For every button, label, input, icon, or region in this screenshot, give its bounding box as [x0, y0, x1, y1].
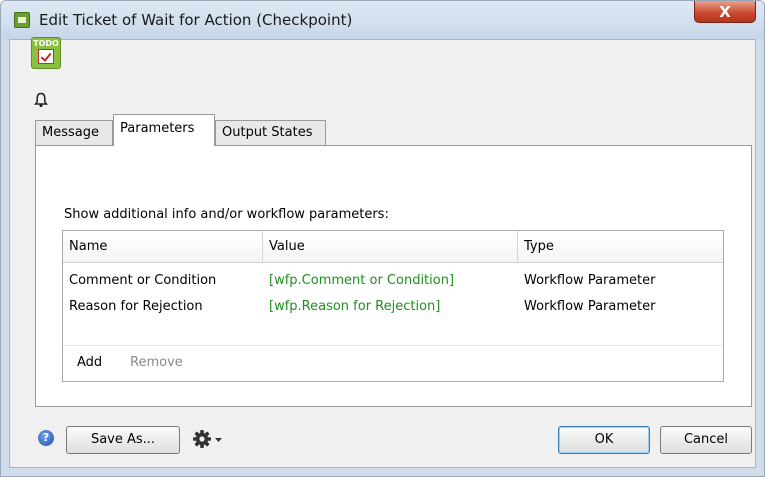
close-button[interactable]: X [694, 1, 756, 23]
panel-caption: Show additional info and/or workflow par… [64, 207, 389, 222]
row-name: Reason for Rejection [69, 299, 203, 314]
bell-icon [34, 92, 48, 108]
column-header-value[interactable]: Value [263, 231, 518, 263]
column-header-name[interactable]: Name [63, 231, 263, 263]
ok-button[interactable]: OK [558, 426, 650, 454]
row-name: Comment or Condition [69, 273, 217, 288]
chevron-down-icon [215, 438, 222, 442]
tab-message[interactable]: Message [35, 120, 113, 145]
gear-icon[interactable] [192, 429, 232, 449]
todo-checklist-icon: TODO [31, 37, 61, 69]
title-bar[interactable]: Edit Ticket of Wait for Action (Checkpoi… [1, 1, 764, 39]
tab-output-states[interactable]: Output States [215, 120, 326, 145]
todo-label: TODO [33, 39, 59, 48]
save-as-button[interactable]: Save As... [66, 426, 180, 454]
app-icon [14, 12, 30, 28]
checkbox-icon [38, 49, 54, 64]
row-value: [wfp.Reason for Rejection] [269, 299, 441, 314]
tab-parameters[interactable]: Parameters [113, 114, 215, 146]
help-icon[interactable]: ? [38, 430, 54, 446]
add-button[interactable]: Add [77, 355, 102, 370]
remove-button[interactable]: Remove [130, 355, 183, 370]
table-divider [63, 345, 723, 346]
window-title: Edit Ticket of Wait for Action (Checkpoi… [39, 11, 353, 29]
parameters-table: Name Value Type Comment or Condition [wf… [62, 230, 724, 382]
row-type: Workflow Parameter [524, 273, 656, 288]
cancel-button[interactable]: Cancel [660, 426, 752, 454]
column-header-type[interactable]: Type [518, 231, 723, 263]
row-value: [wfp.Comment or Condition] [269, 273, 455, 288]
row-type: Workflow Parameter [524, 299, 656, 314]
